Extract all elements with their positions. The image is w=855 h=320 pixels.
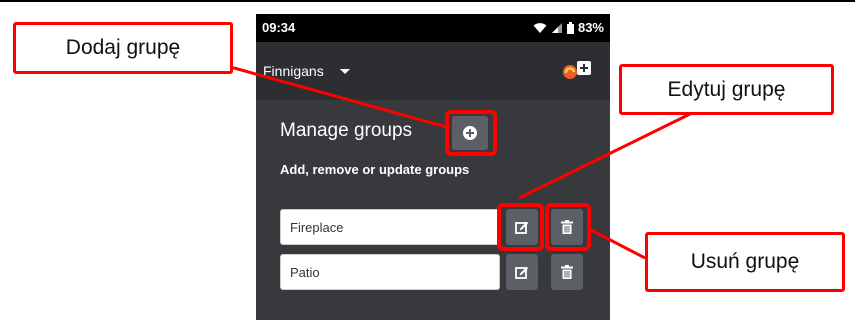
connector-edit xyxy=(518,112,691,200)
callout-edit-group: Edytuj grupę xyxy=(619,64,834,115)
callout-delete-text: Usuń grupę xyxy=(690,250,800,273)
callout-delete-group: Usuń grupę xyxy=(645,232,845,292)
connector-add xyxy=(197,56,451,130)
connector-delete xyxy=(590,228,646,260)
callout-add-text: Dodaj grupę xyxy=(65,36,181,59)
callout-add-group: Dodaj grupę xyxy=(13,22,233,74)
callout-edit-text: Edytuj grupę xyxy=(667,77,786,101)
